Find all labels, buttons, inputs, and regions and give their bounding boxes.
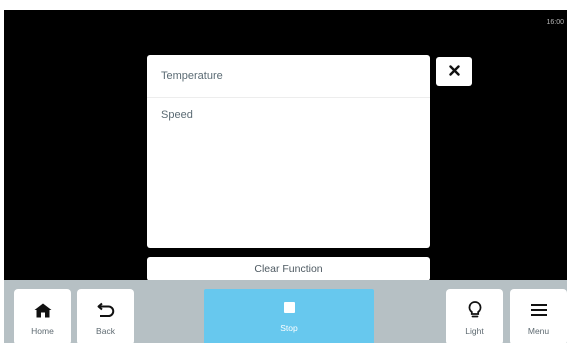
back-arrow-icon: [97, 300, 115, 320]
lightbulb-icon: [468, 300, 482, 320]
back-button[interactable]: Back: [77, 289, 134, 343]
menu-icon: [530, 300, 547, 320]
option-temperature[interactable]: Temperature: [147, 55, 430, 98]
stop-label: Stop: [280, 323, 298, 333]
stop-button[interactable]: Stop: [204, 289, 374, 343]
close-button[interactable]: [436, 57, 472, 86]
device-screen: 16:00 Temperature Speed Clear Function H…: [4, 10, 567, 343]
home-icon: [34, 300, 52, 320]
close-icon: [448, 63, 460, 81]
home-button[interactable]: Home: [14, 289, 71, 343]
light-label: Light: [465, 326, 484, 336]
menu-button[interactable]: Menu: [510, 289, 567, 343]
option-speed[interactable]: Speed: [147, 108, 430, 122]
stop-icon: [283, 302, 295, 313]
function-select-dialog: Temperature Speed: [147, 55, 430, 248]
clear-function-button[interactable]: Clear Function: [147, 257, 430, 281]
light-button[interactable]: Light: [446, 289, 503, 343]
home-label: Home: [31, 326, 54, 336]
status-clock: 16:00: [546, 19, 564, 26]
bottom-nav-bar: Home Back Stop Light Menu: [4, 280, 567, 343]
back-label: Back: [96, 326, 115, 336]
menu-label: Menu: [527, 326, 550, 336]
